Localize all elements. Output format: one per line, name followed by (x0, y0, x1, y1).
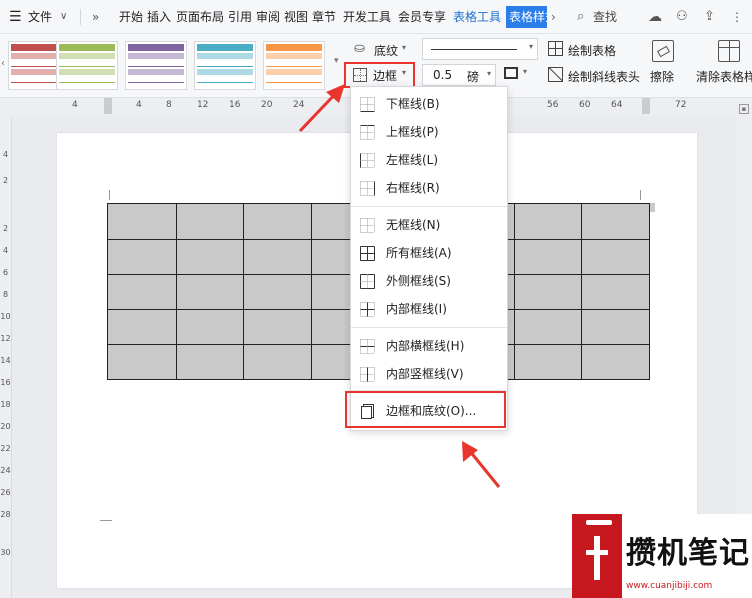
menu-item-label: 内部框线(I) (386, 302, 447, 316)
inside-vertical-border-icon (359, 366, 375, 382)
inside-vertical-border-icon-graphic (360, 367, 375, 382)
menu-item-all-borders[interactable]: 所有框线(A) (351, 239, 507, 267)
menu-item-label: 无框线(N) (386, 218, 441, 232)
watermark-text: 攒机笔记 (626, 536, 750, 571)
top-border-icon-graphic (360, 125, 375, 140)
menu-item-label: 内部竖框线(V) (386, 367, 464, 381)
brand-logo-mark (586, 520, 612, 580)
bottom-border-icon-graphic (360, 97, 375, 112)
inside-borders-icon-graphic (360, 302, 375, 317)
no-border-icon (359, 217, 375, 233)
all-borders-icon (359, 245, 375, 261)
menu-item-label: 所有框线(A) (386, 246, 452, 260)
menu-item-inside-vertical[interactable]: 内部竖框线(V) (351, 360, 507, 388)
menu-item-inside-horizontal[interactable]: 内部横框线(H) (351, 332, 507, 360)
arrow-to-border-button (298, 84, 345, 133)
inside-horizontal-border-icon (359, 338, 375, 354)
inside-horizontal-border-icon-graphic (360, 339, 375, 354)
arrow-shaft (467, 449, 501, 488)
outside-borders-icon-graphic (360, 274, 375, 289)
logo-stroke (586, 550, 608, 555)
inside-borders-icon (359, 301, 375, 317)
watermark-url: www.cuanjibiji.com (626, 581, 713, 591)
right-border-icon-graphic (360, 181, 375, 196)
menu-separator (351, 206, 507, 207)
bottom-border-icon (359, 96, 375, 112)
left-border-icon (359, 152, 375, 168)
right-border-icon (359, 180, 375, 196)
logo-stroke (586, 520, 612, 525)
menu-item-right-border[interactable]: 右框线(R) (351, 174, 507, 202)
left-border-icon-graphic (360, 153, 375, 168)
menu-item-label: 内部横框线(H) (386, 339, 465, 353)
menu-item-label: 左框线(L) (386, 153, 439, 167)
menu-item-label: 外侧框线(S) (386, 274, 451, 288)
outside-borders-icon (359, 273, 375, 289)
menu-item-label: 右框线(R) (386, 181, 440, 195)
menu-item-left-border[interactable]: 左框线(L) (351, 146, 507, 174)
highlight-box (345, 391, 506, 428)
menu-item-label: 上框线(P) (386, 125, 439, 139)
watermark: 攒机笔记 www.cuanjibiji.com (572, 514, 752, 598)
logo-stroke (594, 536, 600, 580)
menu-separator (351, 327, 507, 328)
menu-item-no-border[interactable]: 无框线(N) (351, 211, 507, 239)
menu-item-outside-borders[interactable]: 外侧框线(S) (351, 267, 507, 295)
all-borders-icon-graphic (360, 246, 375, 261)
menu-item-bottom-border[interactable]: 下框线(B) (351, 90, 507, 118)
menu-item-inside-borders[interactable]: 内部框线(I) (351, 295, 507, 323)
menu-item-top-border[interactable]: 上框线(P) (351, 118, 507, 146)
border-dropdown-menu: 下框线(B) 上框线(P) 左框线(L) 右框线(R) 无框线(N) 所有框线(… (350, 86, 508, 431)
no-border-icon-graphic (360, 218, 375, 233)
menu-item-label: 下框线(B) (386, 97, 440, 111)
arrow-to-menu-item (462, 441, 501, 488)
brand-logo (572, 514, 622, 598)
top-border-icon (359, 124, 375, 140)
